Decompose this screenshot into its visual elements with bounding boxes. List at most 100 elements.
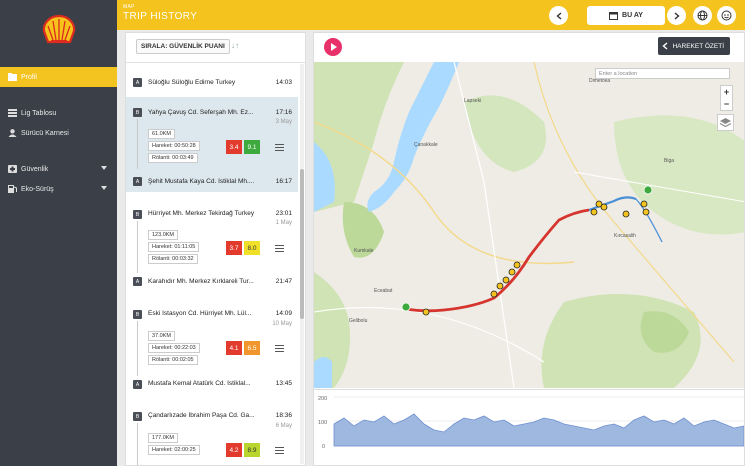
place-label: Biga — [664, 158, 674, 164]
chevron-left-icon — [662, 42, 668, 50]
elevation-chart-canvas: 200 100 0 — [318, 396, 744, 450]
eco-score: 8.0 — [244, 241, 260, 255]
sidebar-item-eko-surus[interactable]: Eko-Sürüş — [0, 179, 117, 199]
place-label: Çanakkale — [414, 142, 438, 148]
profile-button[interactable] — [717, 6, 736, 25]
trip-date: 3 May — [275, 119, 292, 125]
point-marker: A — [133, 277, 142, 286]
scrollbar[interactable] — [300, 64, 304, 464]
folder-icon — [8, 73, 17, 81]
point-marker: A — [133, 380, 142, 389]
y-tick-label: 100 — [318, 420, 327, 426]
map-panel: HAREKET ÖZETİ Çanakkale Eceabat Lapseki … — [313, 32, 745, 466]
sort-direction-icon[interactable]: ↓↑ — [231, 41, 239, 50]
trip-address: Hürriyet Mh. Merkez Tekirdağ Turkey — [148, 210, 255, 217]
shell-logo[interactable] — [0, 0, 117, 60]
trip-time: 23:01 — [275, 210, 292, 217]
zoom-out-button[interactable]: − — [721, 98, 732, 110]
trip-connector — [137, 221, 138, 273]
trip-list-panel: SIRALA: GÜVENLİK PUANI ↓↑ A Süloğlu Sülo… — [125, 32, 306, 466]
fuel-icon — [8, 185, 17, 193]
trip-item-selected[interactable]: B Yahya Çavuş Cd. Seferşah Mh. Ez... 17:… — [126, 97, 298, 192]
distance-label: 61.0KM — [148, 129, 175, 139]
hamburger-icon[interactable] — [275, 144, 284, 151]
safety-score: 4.2 — [226, 443, 242, 457]
movement-time: Hareket: 01:11:05 — [148, 242, 200, 252]
sidebar-item-label: Sürücü Karnesi — [21, 129, 69, 137]
user-icon — [8, 129, 17, 137]
elevation-area — [333, 413, 744, 447]
trip-time: 16:17 — [275, 178, 292, 185]
trip-time: 14:09 — [275, 310, 292, 317]
route-map[interactable]: Çanakkale Eceabat Lapseki Gelibolu Kumka… — [314, 61, 744, 389]
trip-item[interactable]: B Hürriyet Mh. Merkez Tekirdağ Turkey 23… — [126, 199, 298, 296]
elevation-chart: 200 100 0 — [314, 389, 744, 465]
idle-time: Rölanti: 00:03:32 — [148, 254, 198, 264]
page-title: TRIP HISTORY — [123, 11, 198, 22]
idle-time: Rölanti: 00:02:05 — [148, 355, 198, 365]
place-label: Lapseki — [464, 98, 481, 104]
next-period-button[interactable] — [667, 6, 686, 25]
hamburger-icon[interactable] — [275, 345, 284, 352]
hamburger-icon[interactable] — [275, 245, 284, 252]
trip-connector — [137, 423, 138, 465]
layers-icon — [719, 118, 732, 128]
movement-time: Hareket: 00:22:03 — [148, 343, 200, 353]
plus-shield-icon — [8, 165, 17, 173]
distance-label: 123.0KM — [148, 230, 179, 240]
shell-logo-icon — [42, 14, 75, 44]
hamburger-icon[interactable] — [275, 447, 284, 454]
y-tick-label: 0 — [322, 444, 325, 450]
trip-address: Eski İstasyon Cd. Hürriyet Mh. Lül... — [148, 310, 252, 317]
sort-button[interactable]: SIRALA: GÜVENLİK PUANI — [136, 39, 230, 54]
play-button[interactable] — [324, 38, 342, 56]
list-icon — [8, 109, 17, 117]
eco-score: 6.5 — [244, 341, 260, 355]
sidebar-item-label: Lig Tablosu — [21, 109, 57, 117]
trip-date: 6 May — [275, 423, 292, 429]
point-marker: B — [133, 310, 142, 319]
globe-icon — [697, 10, 708, 21]
location-search-input[interactable]: Enter a location — [595, 68, 730, 79]
chevron-left-icon — [555, 11, 561, 20]
idle-time: Rölanti: 00:03:49 — [148, 153, 198, 163]
safety-score: 3.7 — [226, 241, 242, 255]
sidebar-item-profil[interactable]: Profil — [0, 67, 117, 87]
period-selector[interactable]: BU AY — [587, 6, 665, 25]
sidebar-item-label: Güvenlik — [21, 165, 49, 173]
trip-connector — [137, 321, 138, 376]
safety-score: 3.4 — [226, 140, 242, 154]
sidebar-item-surucu-karnesi[interactable]: Sürücü Karnesi — [0, 123, 117, 143]
map-layers-button[interactable] — [717, 114, 734, 131]
point-marker: B — [133, 412, 142, 421]
prev-period-button[interactable] — [549, 6, 568, 25]
safety-score: 4.1 — [226, 341, 242, 355]
trip-address: Şehit Mustafa Kaya Cd. İstiklal Mh.... — [148, 178, 255, 185]
trip-time: 18:36 — [275, 412, 292, 419]
chevron-right-icon — [674, 11, 680, 20]
trip-item[interactable]: A Süloğlu Süloğlu Edirne Turkey 14:03 — [126, 71, 298, 93]
distance-label: 177.0KM — [148, 433, 179, 443]
trip-time: 21:47 — [275, 278, 292, 285]
movement-summary-label: HAREKET ÖZETİ — [672, 42, 724, 50]
movement-time: Hareket: 02:00:25 — [148, 445, 200, 455]
trip-address: Süloğlu Süloğlu Edirne Turkey — [148, 79, 236, 86]
movement-time: Hareket: 00:50:28 — [148, 141, 200, 151]
sidebar-item-guvenlik[interactable]: Güvenlik — [0, 159, 117, 179]
zoom-in-button[interactable]: + — [721, 86, 732, 98]
trip-item[interactable]: B Çandarlızade İbrahim Paşa Cd. Ga... 18… — [126, 407, 298, 465]
trip-address: Mustafa Kemal Atatürk Cd. İstiklal... — [148, 380, 251, 387]
point-marker: B — [133, 108, 142, 117]
map-canvas: Çanakkale Eceabat Lapseki Gelibolu Kumka… — [314, 61, 744, 389]
place-label: Gelibolu — [349, 318, 368, 324]
language-button[interactable] — [693, 6, 712, 25]
trip-item[interactable]: B Eski İstasyon Cd. Hürriyet Mh. Lül... … — [126, 303, 298, 399]
scrollbar-thumb[interactable] — [300, 169, 304, 319]
trip-address: Çandarlızade İbrahim Paşa Cd. Ga... — [148, 412, 255, 419]
movement-summary-button[interactable]: HAREKET ÖZETİ — [658, 37, 730, 55]
place-label: Kumkale — [354, 248, 374, 254]
distance-label: 37.0KM — [148, 331, 175, 341]
sidebar-item-lig-tablosu[interactable]: Lig Tablosu — [0, 103, 117, 123]
trip-date: 1 May — [275, 220, 292, 226]
period-label: BU AY — [622, 12, 643, 19]
